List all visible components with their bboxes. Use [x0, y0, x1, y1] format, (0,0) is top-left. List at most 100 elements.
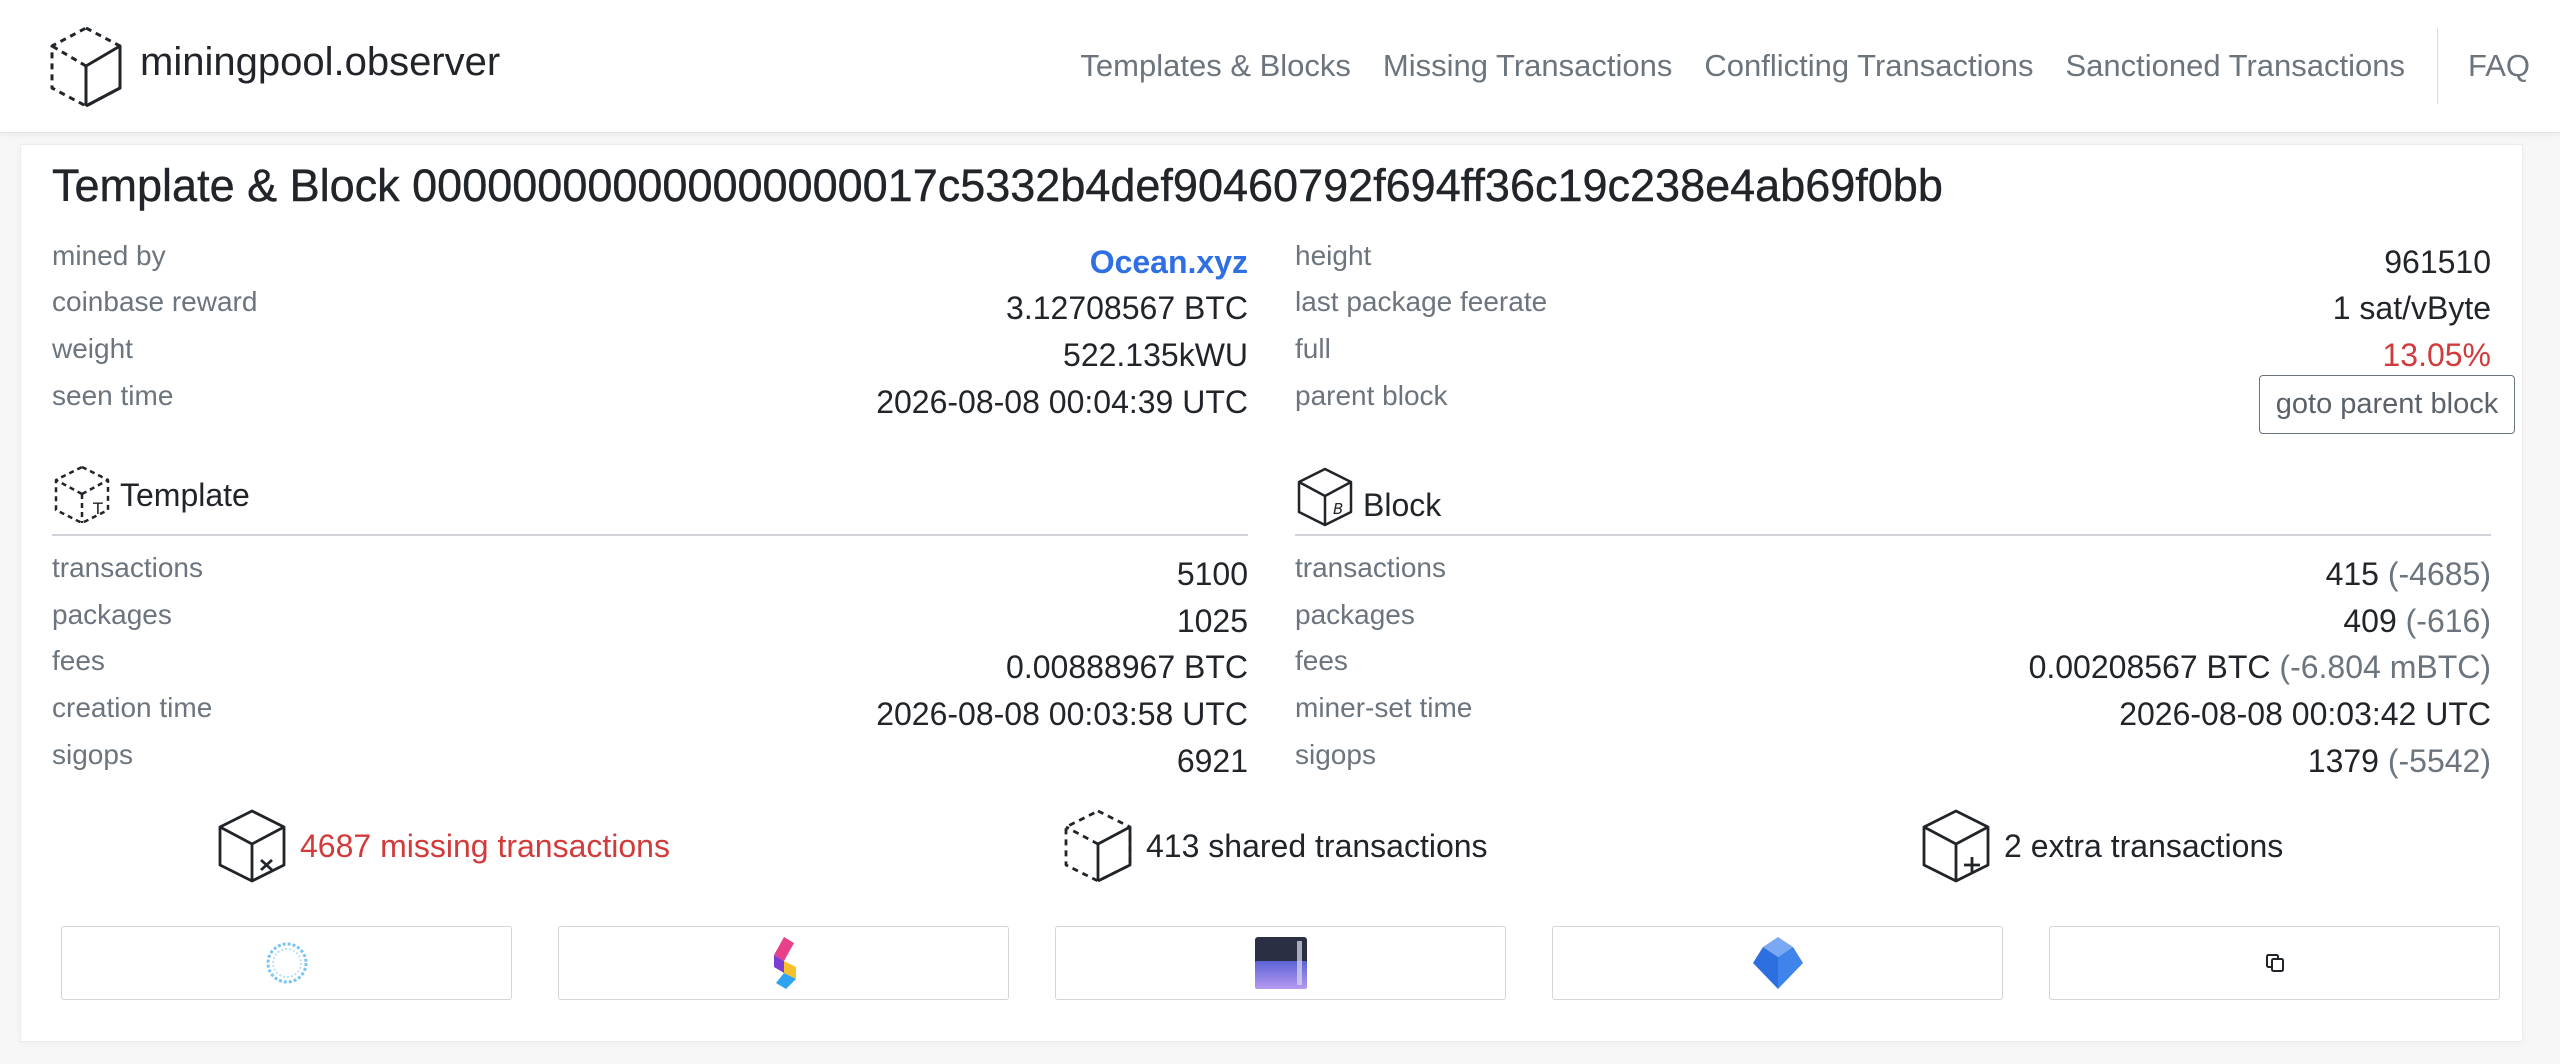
cube-x-icon: [218, 809, 286, 883]
copy-link-box[interactable]: [2049, 926, 2500, 1000]
label: coinbase reward: [52, 286, 258, 317]
label: last package feerate: [1295, 286, 1548, 317]
miner-link[interactable]: Ocean.xyz: [1090, 244, 1248, 281]
label: seen time: [52, 380, 174, 411]
template-title: Template: [120, 476, 250, 513]
block-value: 0.00208567 BTC: [2028, 649, 2271, 685]
copy-icon: [2265, 954, 2284, 972]
explorer-link-gradient[interactable]: [1055, 926, 1506, 1000]
block-fees: fees 0.00208567 BTC (-6.804 mBTC): [1295, 645, 2491, 685]
overview-parent-block: parent block: [1295, 380, 1895, 420]
template-heading: T Template: [52, 464, 250, 526]
template-creation-time: creation time 2026-08-08 00:03:58 UTC: [52, 692, 1248, 732]
value: 2026-08-08 00:04:39 UTC: [876, 384, 1248, 420]
explorer-link-s[interactable]: [558, 926, 1009, 1000]
overview-full: full 13.05%: [1295, 333, 2491, 373]
explorer-link-diamond[interactable]: [1552, 926, 2003, 1000]
label: weight: [52, 333, 133, 364]
overview-mined-by: mined by Ocean.xyz: [52, 240, 1248, 280]
cube-plus-icon: [1922, 809, 1990, 883]
extra-transactions-summary[interactable]: 2 extra transactions: [1920, 808, 2283, 884]
value: 3.12708567 BTC: [1006, 290, 1248, 326]
template-sigops: sigops 6921: [52, 739, 1248, 779]
value: 409 (-616): [2343, 603, 2491, 640]
value: 1 sat/vByte: [2332, 290, 2491, 326]
value: 5100: [1176, 556, 1248, 592]
svg-text:B: B: [1333, 500, 1343, 518]
overview-seen-time: seen time 2026-08-08 00:04:39 UTC: [52, 380, 1248, 420]
nav-links: Templates & Blocks Missing Transactions …: [1048, 26, 2560, 106]
block-miner-set-time: miner-set time 2026-08-08 00:03:42 UTC: [1295, 692, 2491, 732]
value: 522.135kWU: [1063, 337, 1248, 373]
value: 2026-08-08 00:03:42 UTC: [2119, 696, 2491, 732]
nav-sanctioned-transactions[interactable]: Sanctioned Transactions: [2065, 48, 2405, 84]
label: transactions: [1295, 552, 1446, 583]
template-packages: packages 1025: [52, 599, 1248, 639]
label: fees: [52, 645, 105, 676]
svg-text:T: T: [92, 499, 103, 518]
block-value: 1379: [2307, 743, 2379, 779]
label: sigops: [1295, 739, 1376, 770]
explorer-gradient-box-icon: [1254, 937, 1307, 989]
block-diff: (-616): [2405, 603, 2491, 639]
block-title: Block: [1363, 486, 1442, 523]
explorer-link-mempool[interactable]: [61, 926, 512, 1000]
template-transactions: transactions 5100: [52, 552, 1248, 592]
missing-transactions-summary[interactable]: 4687 missing transactions: [216, 808, 670, 884]
navbar: miningpool.observer Templates & Blocks M…: [0, 0, 2560, 133]
brand-name: miningpool.observer: [140, 39, 501, 84]
nav-faq[interactable]: FAQ: [2468, 48, 2530, 84]
label: full: [1295, 333, 1331, 364]
shared-transactions-link[interactable]: 413 shared transactions: [1146, 828, 1488, 865]
block-diff: (-6.804 mBTC): [2279, 649, 2491, 685]
goto-parent-block-button[interactable]: goto parent block: [2259, 375, 2515, 434]
block-heading: B Block: [1295, 466, 1441, 528]
explorer-s-logo-icon: [773, 937, 796, 989]
template-fees: fees 0.00888967 BTC: [52, 645, 1248, 685]
value: 1379 (-5542): [2308, 743, 2491, 780]
missing-transactions-link[interactable]: 4687 missing transactions: [300, 828, 670, 865]
label: packages: [52, 599, 172, 630]
value: 6921: [1176, 743, 1248, 779]
block-cube-icon: B: [1297, 467, 1353, 527]
block-value: 415: [2325, 556, 2379, 592]
block-divider: [1295, 534, 2491, 536]
page-title: Template & Block 000000000000000000017c5…: [52, 160, 1943, 211]
overview-weight: weight 522.135kWU: [52, 333, 1248, 373]
brand-link[interactable]: miningpool.observer: [48, 24, 500, 110]
value: 2026-08-08 00:03:58 UTC: [876, 696, 1248, 732]
label: packages: [1295, 599, 1415, 630]
shared-transactions-summary[interactable]: 413 shared transactions: [1062, 808, 1488, 884]
value: 1025: [1176, 603, 1248, 639]
value: 0.00888967 BTC: [1006, 649, 1248, 685]
nav-missing-transactions[interactable]: Missing Transactions: [1383, 48, 1672, 84]
nav-divider: [2436, 28, 2438, 104]
template-cube-icon: T: [54, 465, 110, 525]
label: parent block: [1295, 380, 1448, 411]
overview-coinbase-reward: coinbase reward 3.12708567 BTC: [52, 286, 1248, 326]
value: 961510: [2384, 244, 2491, 280]
label: miner-set time: [1295, 692, 1473, 723]
block-diff: (-5542): [2387, 743, 2491, 779]
label: sigops: [52, 739, 133, 770]
label: transactions: [52, 552, 203, 583]
value: 415 (-4685): [2326, 556, 2491, 593]
block-packages: packages 409 (-616): [1295, 599, 2491, 639]
block-sigops: sigops 1379 (-5542): [1295, 739, 2491, 779]
cube-outline-icon: [50, 26, 122, 108]
block-value: 409: [2343, 603, 2397, 639]
label: fees: [1295, 645, 1348, 676]
overview-height: height 961510: [1295, 240, 2491, 280]
nav-templates-blocks[interactable]: Templates & Blocks: [1080, 48, 1351, 84]
value: 0.00208567 BTC (-6.804 mBTC): [2029, 649, 2491, 686]
label: creation time: [52, 692, 213, 723]
block-diff: (-4685): [2387, 556, 2491, 592]
fullness-value: 13.05%: [2382, 337, 2491, 373]
explorer-diamond-logo-icon: [1752, 937, 1803, 989]
extra-transactions-link[interactable]: 2 extra transactions: [2004, 828, 2283, 865]
template-divider: [52, 534, 1248, 536]
label: mined by: [52, 240, 166, 271]
overview-last-package-feerate: last package feerate 1 sat/vByte: [1295, 286, 2491, 326]
nav-conflicting-transactions[interactable]: Conflicting Transactions: [1704, 48, 2033, 84]
block-transactions: transactions 415 (-4685): [1295, 552, 2491, 592]
